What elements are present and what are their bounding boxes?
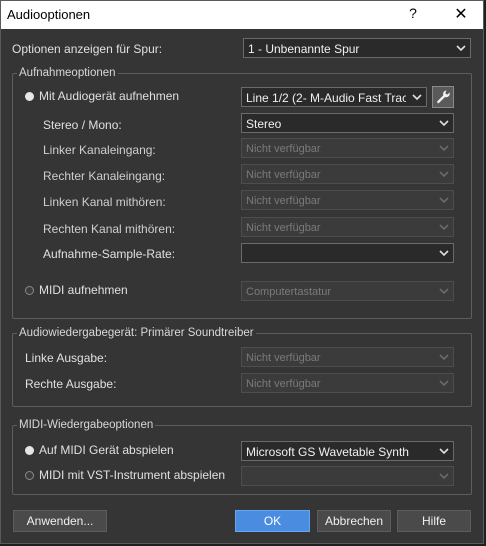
- midi-playback-group-title: MIDI-Wiedergabeoptionen: [17, 419, 156, 431]
- track-label: Optionen anzeigen für Spur:: [12, 42, 163, 56]
- close-icon[interactable]: ✕: [447, 4, 475, 26]
- chevron-down-icon: [439, 250, 449, 257]
- left-monitor-select[interactable]: Nicht verfügbar: [241, 190, 454, 210]
- chevron-down-icon: [456, 45, 466, 52]
- right-input-label: Rechter Kanaleingang:: [43, 169, 166, 183]
- chevron-down-icon: [412, 94, 422, 101]
- left-input-label: Linker Kanaleingang:: [43, 143, 156, 157]
- record-midi-radio[interactable]: [25, 286, 34, 295]
- playback-group: [12, 333, 472, 407]
- window-title: Audiooptionen: [7, 7, 91, 22]
- wrench-icon: [437, 90, 450, 104]
- track-select[interactable]: 1 - Unbenannte Spur: [243, 38, 471, 58]
- audio-options-dialog: Audiooptionen ? ✕ Optionen anzeigen für …: [0, 0, 484, 544]
- chevron-down-icon: [439, 224, 449, 231]
- title-bar: Audiooptionen ? ✕: [1, 1, 483, 29]
- play-midi-device-radio[interactable]: [25, 446, 34, 455]
- chevron-down-icon: [439, 288, 449, 295]
- right-input-select[interactable]: Nicht verfügbar: [241, 164, 454, 184]
- stereo-mono-select[interactable]: Stereo: [241, 113, 454, 133]
- chevron-down-icon: [439, 380, 449, 387]
- chevron-down-icon: [439, 120, 449, 127]
- chevron-down-icon: [439, 448, 449, 455]
- left-output-select[interactable]: Nicht verfügbar: [241, 347, 454, 367]
- chevron-down-icon: [439, 354, 449, 361]
- cancel-button[interactable]: Abbrechen: [317, 510, 391, 532]
- right-monitor-label: Rechten Kanal mithören:: [43, 222, 176, 236]
- midi-output-select[interactable]: Microsoft GS Wavetable Synth: [241, 441, 454, 461]
- play-midi-vst-label: MIDI mit VST-Instrument abspielen: [39, 468, 226, 482]
- recording-group-title: Aufnahmeoptionen: [17, 67, 118, 79]
- record-midi-label: MIDI aufnehmen: [39, 283, 128, 297]
- chevron-down-icon: [439, 473, 449, 480]
- right-output-label: Rechte Ausgabe:: [25, 377, 117, 391]
- vst-instrument-select[interactable]: [241, 466, 454, 486]
- sample-rate-label: Aufnahme-Sample-Rate:: [43, 247, 176, 261]
- chevron-down-icon: [439, 145, 449, 152]
- left-output-label: Linke Ausgabe:: [25, 351, 108, 365]
- record-audio-radio[interactable]: [25, 92, 34, 101]
- ok-button[interactable]: OK: [235, 510, 310, 532]
- help-button[interactable]: Hilfe: [397, 510, 471, 532]
- audio-device-select[interactable]: Line 1/2 (2- M-Audio Fast Track: [241, 87, 427, 107]
- play-midi-device-label: Auf MIDI Gerät abspielen: [39, 443, 174, 457]
- left-input-select[interactable]: Nicht verfügbar: [241, 138, 454, 158]
- right-output-select[interactable]: Nicht verfügbar: [241, 373, 454, 393]
- stereo-mono-label: Stereo / Mono:: [43, 118, 122, 132]
- help-icon[interactable]: ?: [399, 5, 427, 25]
- playback-group-title: Audiowiedergabegerät: Primärer Soundtrei…: [17, 327, 256, 339]
- sample-rate-select[interactable]: [241, 243, 454, 263]
- record-audio-label: Mit Audiogerät aufnehmen: [39, 89, 180, 103]
- midi-input-select[interactable]: Computertastatur: [241, 281, 454, 301]
- play-midi-vst-radio[interactable]: [25, 471, 34, 480]
- apply-button[interactable]: Anwenden...: [13, 510, 107, 532]
- chevron-down-icon: [439, 197, 449, 204]
- left-monitor-label: Linken Kanal mithören:: [43, 195, 166, 209]
- device-settings-button[interactable]: [432, 86, 454, 108]
- chevron-down-icon: [439, 171, 449, 178]
- right-monitor-select[interactable]: Nicht verfügbar: [241, 217, 454, 237]
